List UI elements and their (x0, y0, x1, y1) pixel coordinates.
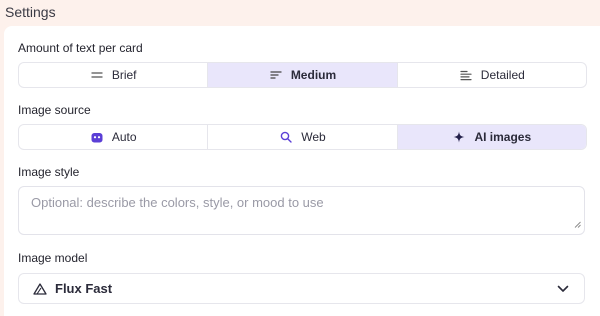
image-style-textarea[interactable]: Optional: describe the colors, style, or… (18, 186, 585, 235)
image-style-placeholder: Optional: describe the colors, style, or… (31, 195, 324, 210)
resize-grip-icon[interactable] (574, 216, 581, 231)
medium-text-icon (269, 68, 283, 82)
sparkle-icon (452, 130, 466, 144)
image-model-value: Flux Fast (55, 281, 113, 296)
ai-images-option-label: AI images (474, 130, 532, 144)
medium-option[interactable]: Medium (208, 63, 398, 87)
text-amount-segmented-control: Brief Medium Detailed (18, 62, 587, 88)
settings-title: Settings (5, 4, 56, 20)
medium-option-label: Medium (290, 68, 337, 82)
robot-icon (90, 130, 104, 144)
search-icon (279, 130, 293, 144)
detailed-option-label: Detailed (480, 68, 525, 82)
image-source-segmented-control: Auto Web AI images (18, 124, 587, 150)
web-option[interactable]: Web (208, 125, 398, 149)
auto-option-label: Auto (111, 130, 137, 144)
text-amount-label: Amount of text per card (18, 41, 143, 55)
chevron-down-icon (556, 282, 570, 296)
detailed-option[interactable]: Detailed (398, 63, 586, 87)
detailed-text-icon (459, 68, 473, 82)
short-text-icon (90, 68, 104, 82)
flux-logo-icon (33, 282, 47, 296)
ai-images-option[interactable]: AI images (397, 125, 586, 149)
image-style-label: Image style (18, 165, 80, 179)
brief-option-label: Brief (111, 68, 137, 82)
auto-option[interactable]: Auto (19, 125, 209, 149)
web-option-label: Web (301, 130, 326, 144)
image-source-label: Image source (18, 103, 91, 117)
image-model-select[interactable]: Flux Fast (18, 273, 585, 304)
settings-panel: Amount of text per card Brief Medium Det… (4, 26, 600, 316)
brief-option[interactable]: Brief (19, 63, 209, 87)
image-model-label: Image model (18, 251, 88, 265)
